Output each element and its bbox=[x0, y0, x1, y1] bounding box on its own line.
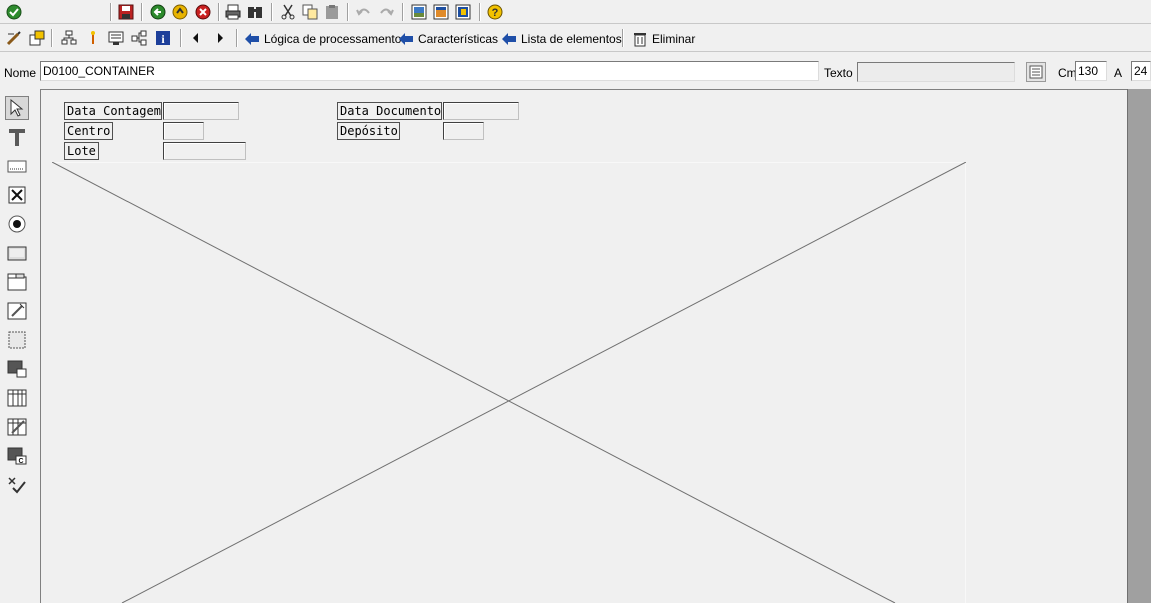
checkbox-tool-icon[interactable] bbox=[5, 183, 29, 207]
arrow-left-icon bbox=[399, 33, 413, 45]
input-field-tool-icon[interactable] bbox=[5, 154, 29, 178]
label-data-documento[interactable]: Data Documento bbox=[337, 102, 442, 120]
arrow-left-icon bbox=[245, 33, 259, 45]
tabstrip-tool-icon[interactable] bbox=[5, 270, 29, 294]
tabstrip-wizard-icon[interactable] bbox=[5, 299, 29, 323]
element-list-button[interactable]: Lista de elementos bbox=[501, 29, 622, 49]
subscreen-tool-icon[interactable] bbox=[5, 357, 29, 381]
radio-button-tool-icon[interactable] bbox=[5, 212, 29, 236]
other-object-icon[interactable] bbox=[28, 29, 46, 47]
svg-text:C: C bbox=[18, 458, 23, 465]
container-placeholder-cross bbox=[52, 162, 966, 603]
cm-label: Cm bbox=[1058, 66, 1077, 80]
a-label: A bbox=[1114, 66, 1123, 80]
delete-label: Eliminar bbox=[652, 32, 696, 46]
cm-field[interactable]: 130 bbox=[1075, 61, 1107, 81]
cut-icon[interactable] bbox=[279, 3, 297, 21]
name-field[interactable]: D0100_CONTAINER bbox=[40, 61, 819, 81]
layout3-icon[interactable] bbox=[454, 3, 472, 21]
copy-icon[interactable] bbox=[301, 3, 319, 21]
trash-icon bbox=[634, 33, 646, 47]
label-centro[interactable]: Centro bbox=[64, 122, 113, 140]
check-icon[interactable] bbox=[5, 3, 23, 21]
save-icon[interactable] bbox=[117, 3, 135, 21]
arrow-left-icon bbox=[502, 33, 516, 45]
back-icon[interactable] bbox=[149, 3, 167, 21]
text-field[interactable] bbox=[857, 62, 1015, 82]
standard-toolbar: ? bbox=[0, 0, 1151, 24]
layout2-icon[interactable] bbox=[432, 3, 450, 21]
exit-icon[interactable] bbox=[171, 3, 189, 21]
previous-icon[interactable] bbox=[187, 29, 205, 47]
paste-icon bbox=[323, 3, 341, 21]
table-control-tool-icon[interactable] bbox=[5, 386, 29, 410]
layout-icon[interactable] bbox=[410, 3, 428, 21]
list-icon bbox=[1029, 65, 1043, 79]
svg-text:?: ? bbox=[492, 7, 499, 19]
custom-container-d0100[interactable] bbox=[52, 162, 966, 603]
custom-control-tool-icon[interactable]: C bbox=[5, 444, 29, 468]
command-field[interactable] bbox=[30, 4, 108, 20]
status-icon-tool-icon[interactable] bbox=[5, 473, 29, 497]
input-data-contagem[interactable] bbox=[163, 102, 239, 120]
information-icon[interactable]: i bbox=[154, 29, 172, 47]
hierarchy-icon[interactable] bbox=[60, 29, 78, 47]
text-label: Texto bbox=[824, 66, 853, 80]
display-change-icon[interactable] bbox=[5, 29, 23, 47]
input-centro[interactable] bbox=[163, 122, 204, 140]
input-data-documento[interactable] bbox=[443, 102, 519, 120]
characteristics-button[interactable]: Características bbox=[398, 29, 498, 49]
select-pointer-icon[interactable] bbox=[5, 96, 29, 120]
label-lote[interactable]: Lote bbox=[64, 142, 99, 160]
find-icon[interactable] bbox=[246, 3, 264, 21]
text-edit-button[interactable] bbox=[1026, 62, 1046, 82]
canvas-right-gutter bbox=[1127, 89, 1151, 603]
layout-editor-icon[interactable] bbox=[107, 29, 125, 47]
pushbutton-tool-icon[interactable] bbox=[5, 241, 29, 265]
redo-icon bbox=[377, 3, 395, 21]
element-palette: C bbox=[0, 92, 38, 603]
input-lote[interactable] bbox=[163, 142, 246, 160]
next-icon[interactable] bbox=[211, 29, 229, 47]
delete-button[interactable]: Eliminar bbox=[632, 29, 695, 49]
cancel-icon[interactable] bbox=[194, 3, 212, 21]
input-deposito[interactable] bbox=[443, 122, 484, 140]
application-toolbar: i Lógica de processamento Característica… bbox=[0, 25, 1151, 52]
help-icon[interactable]: ? bbox=[486, 3, 504, 21]
label-deposito[interactable]: Depósito bbox=[337, 122, 400, 140]
undo-icon bbox=[355, 3, 373, 21]
flow-icon[interactable] bbox=[130, 29, 148, 47]
element-list-label: Lista de elementos bbox=[521, 32, 622, 46]
processing-logic-button[interactable]: Lógica de processamento bbox=[244, 29, 401, 49]
text-field-tool-icon[interactable] bbox=[5, 125, 29, 149]
box-tool-icon[interactable] bbox=[5, 328, 29, 352]
where-used-icon[interactable] bbox=[84, 29, 102, 47]
characteristics-label: Características bbox=[418, 32, 499, 46]
print-icon[interactable] bbox=[224, 3, 242, 21]
processing-logic-label: Lógica de processamento bbox=[264, 32, 402, 46]
table-control-wizard-icon[interactable] bbox=[5, 415, 29, 439]
label-data-contagem[interactable]: Data Contagem bbox=[64, 102, 162, 120]
a-field[interactable]: 24 bbox=[1131, 61, 1151, 81]
name-label: Nome bbox=[4, 66, 37, 80]
